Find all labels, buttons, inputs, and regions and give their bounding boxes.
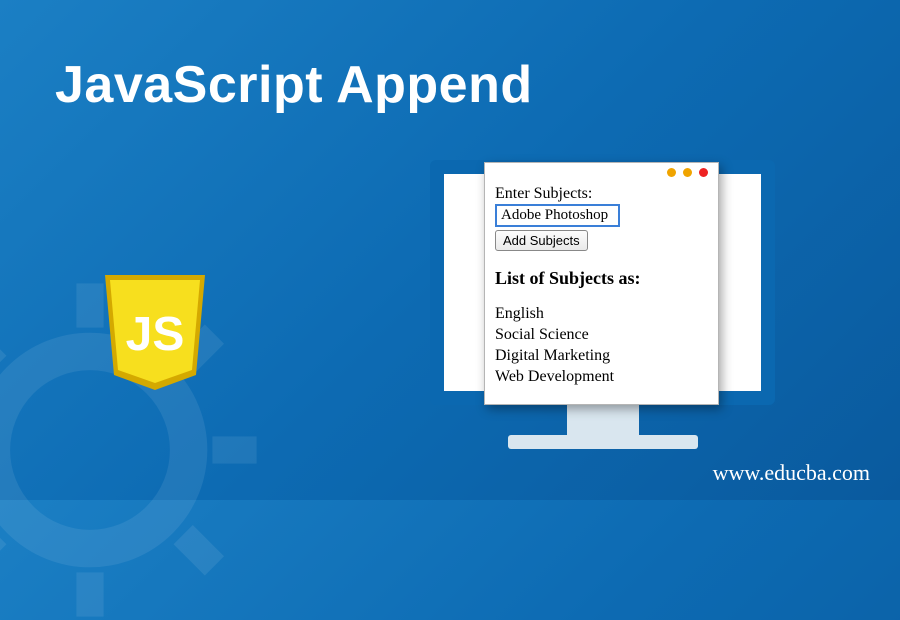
window-controls [485, 163, 718, 180]
monitor-illustration: Enter Subjects: Add Subjects List of Sub… [430, 160, 775, 449]
subjects-list: English Social Science Digital Marketing… [495, 304, 708, 387]
js-logo-text: JS [126, 308, 185, 361]
list-item: Digital Marketing [495, 346, 708, 366]
monitor-stand [567, 405, 639, 435]
window-content: Enter Subjects: Add Subjects List of Sub… [485, 180, 718, 404]
list-item: Web Development [495, 367, 708, 387]
monitor-base [508, 435, 698, 449]
subject-input[interactable] [495, 204, 620, 227]
window-dot-icon [699, 168, 708, 177]
app-window: Enter Subjects: Add Subjects List of Sub… [484, 162, 719, 405]
page-title: JavaScript Append [55, 55, 533, 115]
monitor-screen: Enter Subjects: Add Subjects List of Sub… [430, 160, 775, 405]
list-item: English [495, 304, 708, 324]
window-dot-icon [667, 168, 676, 177]
window-dot-icon [683, 168, 692, 177]
add-subjects-button[interactable]: Add Subjects [495, 230, 588, 251]
subjects-heading: List of Subjects as: [495, 267, 708, 290]
footer-url: www.educba.com [713, 460, 870, 486]
list-item: Social Science [495, 325, 708, 345]
enter-subjects-label: Enter Subjects: [495, 185, 592, 202]
js-logo: JS [100, 270, 210, 395]
